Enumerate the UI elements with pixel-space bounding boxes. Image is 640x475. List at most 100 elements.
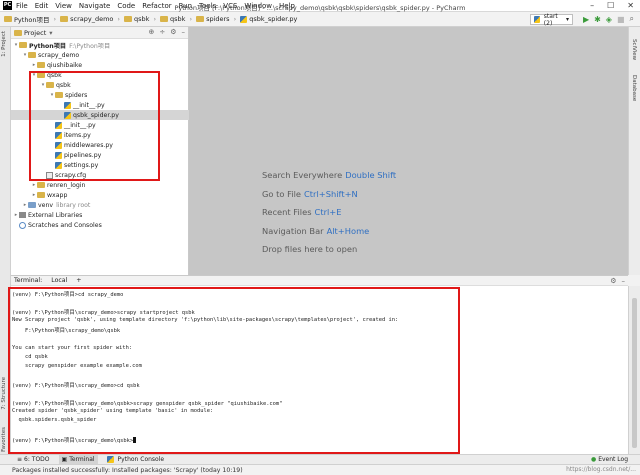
terminal-scrollbar[interactable] xyxy=(628,286,640,454)
add-terminal-button[interactable]: + xyxy=(76,277,81,284)
tab-project[interactable]: 1: Project xyxy=(1,31,7,57)
folder-icon xyxy=(196,16,205,22)
stop-icon[interactable]: ■ xyxy=(617,15,625,24)
tree-item[interactable]: ▸ qiushibaike xyxy=(11,60,189,70)
highlight-box-tree xyxy=(29,71,160,181)
status-message[interactable]: Packages installed successfully: Install… xyxy=(12,467,243,474)
menu-item-code[interactable]: Code xyxy=(117,2,135,10)
scrollbar-thumb[interactable] xyxy=(632,298,637,448)
tab-terminal-label: Terminal xyxy=(69,456,95,463)
run-icon[interactable]: ▶ xyxy=(583,15,589,24)
menu-item-edit[interactable]: Edit xyxy=(35,2,49,10)
tree-item[interactable]: ▸ External Libraries xyxy=(11,210,189,220)
tree-item-note: F:\Python项目 xyxy=(69,42,111,50)
collapse-icon[interactable]: ÷ xyxy=(159,28,165,36)
folder-icon xyxy=(4,16,12,22)
maximize-icon[interactable]: ☐ xyxy=(607,1,614,10)
chevron-down-icon[interactable]: ▾ xyxy=(49,29,52,37)
tree-item[interactable]: ▸ wxapp xyxy=(11,190,189,200)
tree-item-label: External Libraries xyxy=(28,211,83,219)
breadcrumb-item[interactable]: Python项目 › xyxy=(4,14,56,24)
title-bar: PC File Edit View Navigate Code Refactor Run To… xyxy=(0,0,640,12)
navigation-bar: Python项目 › scrapy_demo › qsbk › qsbk › spiders › q… xyxy=(0,12,640,27)
editor-area[interactable]: Search Everywhere Double Shift Go to File C… xyxy=(189,27,628,275)
terminal-tab-local[interactable]: Local xyxy=(51,277,67,284)
python-console-icon xyxy=(106,456,114,463)
breadcrumb-item[interactable]: qsbk › xyxy=(124,15,156,23)
menu-item-vcs[interactable]: VCS xyxy=(223,2,237,10)
breadcrumb-item[interactable]: spiders › xyxy=(196,15,236,23)
tab-structure[interactable]: 7: Structure xyxy=(1,377,7,410)
menu-item-window[interactable]: Window xyxy=(244,2,272,10)
menu-item-help[interactable]: Help xyxy=(279,2,295,10)
editor-hint-shortcut: Alt+Home xyxy=(326,225,370,236)
editor-hint-text: Recent Files xyxy=(262,207,312,217)
tree-item[interactable]: ▸ renren_login xyxy=(11,180,189,190)
breadcrumb-item[interactable]: qsbk › xyxy=(160,15,192,23)
folder-icon xyxy=(37,182,45,188)
run-config-select[interactable]: start (2) ▾ xyxy=(530,12,573,27)
editor-hint: Drop files here to open xyxy=(262,244,357,254)
minimize-icon[interactable]: – xyxy=(590,1,594,10)
menu-item-refactor[interactable]: Refactor xyxy=(142,2,171,10)
close-icon[interactable]: ✕ xyxy=(627,1,634,10)
python-file-icon xyxy=(240,15,248,23)
breadcrumb-separator-icon: › xyxy=(189,15,193,23)
breadcrumb-label: qsbk xyxy=(170,15,186,23)
gear-icon[interactable]: ⚙ xyxy=(170,28,176,36)
folder-icon xyxy=(160,16,169,22)
library-icon xyxy=(19,212,26,218)
menu-item-file[interactable]: File xyxy=(16,2,28,10)
tree-item[interactable]: ▾ scrapy_demo xyxy=(11,50,189,60)
menu-item-run[interactable]: Run xyxy=(179,2,192,10)
breadcrumb-item[interactable]: scrapy_demo › xyxy=(60,15,120,23)
tree-item[interactable]: ▾ Python项目 F:\Python项目 xyxy=(11,40,189,50)
tab-database[interactable]: Database xyxy=(631,75,637,101)
gear-icon[interactable]: ⚙ xyxy=(610,277,616,285)
editor-hint-text: Go to File xyxy=(262,188,301,199)
breadcrumb-item[interactable]: qsbk_spider.py xyxy=(240,15,297,23)
editor-hint-text: Navigation Bar xyxy=(262,225,324,236)
folder-icon xyxy=(28,52,36,58)
hide-icon[interactable]: – xyxy=(182,28,186,36)
highlight-box-terminal xyxy=(8,287,460,454)
editor-hint-text: Search Everywhere xyxy=(262,170,343,180)
locate-icon[interactable]: ⊕ xyxy=(148,28,154,36)
terminal-header: Terminal: Local + ⚙ – xyxy=(11,275,628,286)
tree-item[interactable]: Scratches and Consoles xyxy=(11,220,189,230)
menu-item-navigate[interactable]: Navigate xyxy=(79,2,110,10)
tree-item-label: wxapp xyxy=(47,191,68,199)
folder-icon xyxy=(19,42,27,48)
tab-terminal[interactable]: ▣ Terminal xyxy=(58,454,98,465)
tree-item-label: qiushibaike xyxy=(47,61,83,69)
tree-item-label: venv xyxy=(38,201,54,209)
event-log-button[interactable]: ● Event Log xyxy=(591,456,628,463)
breadcrumb-separator-icon: › xyxy=(117,15,121,23)
tree-item[interactable]: ▸ venv library root xyxy=(11,200,189,210)
search-icon[interactable]: ⌕ xyxy=(630,14,634,24)
breadcrumb-label: scrapy_demo xyxy=(70,15,114,23)
menu-item-tools[interactable]: Tools xyxy=(199,2,216,10)
editor-hint: Recent Files Ctrl+E xyxy=(262,207,342,217)
project-panel-title[interactable]: Project xyxy=(24,29,46,37)
event-log-label: Event Log xyxy=(598,456,628,463)
bottom-tool-tabs: ≡ 6: TODO ▣ Terminal Python Console ● Ev… xyxy=(0,454,640,465)
tab-todo[interactable]: ≡ 6: TODO xyxy=(14,455,53,465)
menu-bar: File Edit View Navigate Code Refactor Run Tools… xyxy=(16,2,295,10)
debug-icon[interactable]: ✱ xyxy=(594,15,601,24)
breadcrumb-label: spiders xyxy=(206,15,230,23)
coverage-icon[interactable]: ◈ xyxy=(606,15,612,24)
tree-item-label: scrapy_demo xyxy=(38,51,80,59)
menu-item-view[interactable]: View xyxy=(55,2,72,10)
library-folder-icon xyxy=(28,202,36,208)
editor-hint-shortcut: Ctrl+E xyxy=(314,207,342,217)
editor-hint: Navigation Bar Alt+Home xyxy=(262,226,369,236)
status-bar: Packages installed successfully: Install… xyxy=(0,464,640,475)
tab-python-console-label: Python Console xyxy=(117,456,165,463)
tab-sciview[interactable]: SciView xyxy=(631,39,637,60)
tab-python-console[interactable]: Python Console xyxy=(104,455,168,465)
editor-hint: Go to File Ctrl+Shift+N xyxy=(262,189,358,199)
run-config-label: start (2) xyxy=(543,12,558,27)
event-log-icon: ● xyxy=(590,456,597,463)
hide-icon[interactable]: – xyxy=(622,277,626,285)
